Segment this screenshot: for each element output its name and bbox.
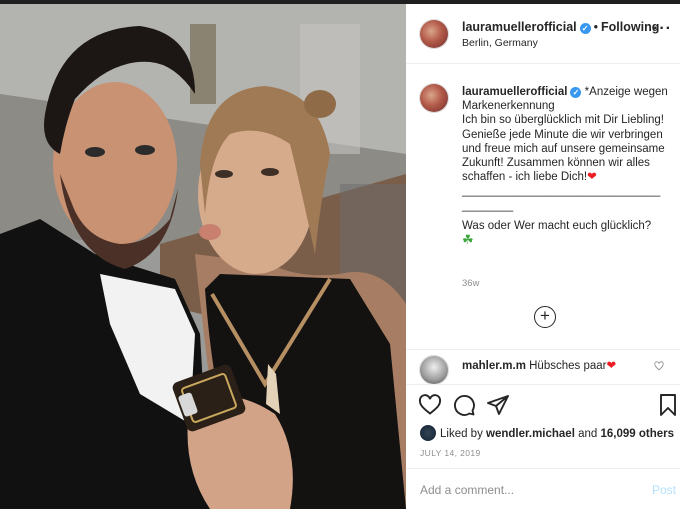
actions-bar: Liked by wendler.michael and 16,099 othe… xyxy=(406,384,680,464)
liker-avatar[interactable] xyxy=(420,425,436,441)
share-icon[interactable] xyxy=(486,393,510,417)
location-link[interactable]: Berlin, Germany xyxy=(462,37,538,49)
caption-divider-2: ________ xyxy=(462,199,514,212)
comment-heart-emoji-icon: ❤ xyxy=(606,360,617,372)
post-photo-illustration xyxy=(0,4,406,509)
comment-like-heart-icon[interactable] xyxy=(654,361,664,371)
caption-username[interactable]: lauramuellerofficial xyxy=(462,86,567,98)
author-username[interactable]: lauramuellerofficial xyxy=(462,20,577,34)
add-comment-input[interactable]: Add a comment... xyxy=(420,483,514,497)
verified-badge-icon: ✓ xyxy=(579,23,591,34)
post-date[interactable]: JULY 14, 2019 xyxy=(420,448,481,458)
post-details-panel: lauramuellerofficial ✓ • Following Berlin, … xyxy=(406,4,680,509)
likes-prefix: Liked by xyxy=(440,428,483,440)
comment-body: Hübsches paar xyxy=(529,360,607,372)
post-photo[interactable] xyxy=(0,4,406,509)
commenter-avatar[interactable] xyxy=(420,356,448,384)
caption-question: Was oder Wer macht euch glücklich? xyxy=(462,219,652,232)
clover-emoji-icon: ☘ xyxy=(462,232,474,248)
post-comment-button[interactable]: Post xyxy=(652,483,676,497)
caption-timestamp[interactable]: 36w xyxy=(462,278,479,289)
caption-line2: Ich bin so überglücklich mit Dir Lieblin… xyxy=(462,114,665,184)
following-button[interactable]: Following xyxy=(601,20,659,34)
comment-text: mahler.m.m Hübsches paar❤ xyxy=(462,358,616,372)
more-options-icon[interactable]: ··· xyxy=(653,20,672,38)
red-heart-emoji-icon: ❤ xyxy=(587,171,597,184)
caption-text: lauramuellerofficial ✓ *Anzeige wegen Mar… xyxy=(462,85,668,248)
author-line: lauramuellerofficial ✓ • Following xyxy=(462,20,659,34)
bookmark-icon[interactable] xyxy=(656,393,680,417)
commenter-username[interactable]: mahler.m.m xyxy=(462,360,526,372)
caption-section: lauramuellerofficial ✓ *Anzeige wegen Mar… xyxy=(406,64,680,350)
caption-divider: _______________________________ xyxy=(462,185,661,198)
separator-dot: • xyxy=(593,20,599,34)
likes-middle: and xyxy=(578,428,598,440)
comment-icon[interactable] xyxy=(452,393,476,417)
load-more-comments-icon[interactable]: + xyxy=(534,306,556,328)
liker-username[interactable]: wendler.michael xyxy=(486,428,575,440)
caption-author-avatar[interactable] xyxy=(420,84,448,112)
likes-count[interactable]: 16,099 others xyxy=(601,428,675,440)
likes-summary: Liked by wendler.michael and 16,099 othe… xyxy=(420,425,674,441)
heart-outline-icon[interactable] xyxy=(418,393,442,417)
comment-row: mahler.m.m Hübsches paar❤ xyxy=(406,352,680,384)
post-header: lauramuellerofficial ✓ • Following Berlin, … xyxy=(406,4,680,64)
author-avatar[interactable] xyxy=(420,20,448,48)
caption-verified-badge-icon: ✓ xyxy=(570,87,582,98)
add-comment-bar: Add a comment... Post xyxy=(406,468,680,509)
